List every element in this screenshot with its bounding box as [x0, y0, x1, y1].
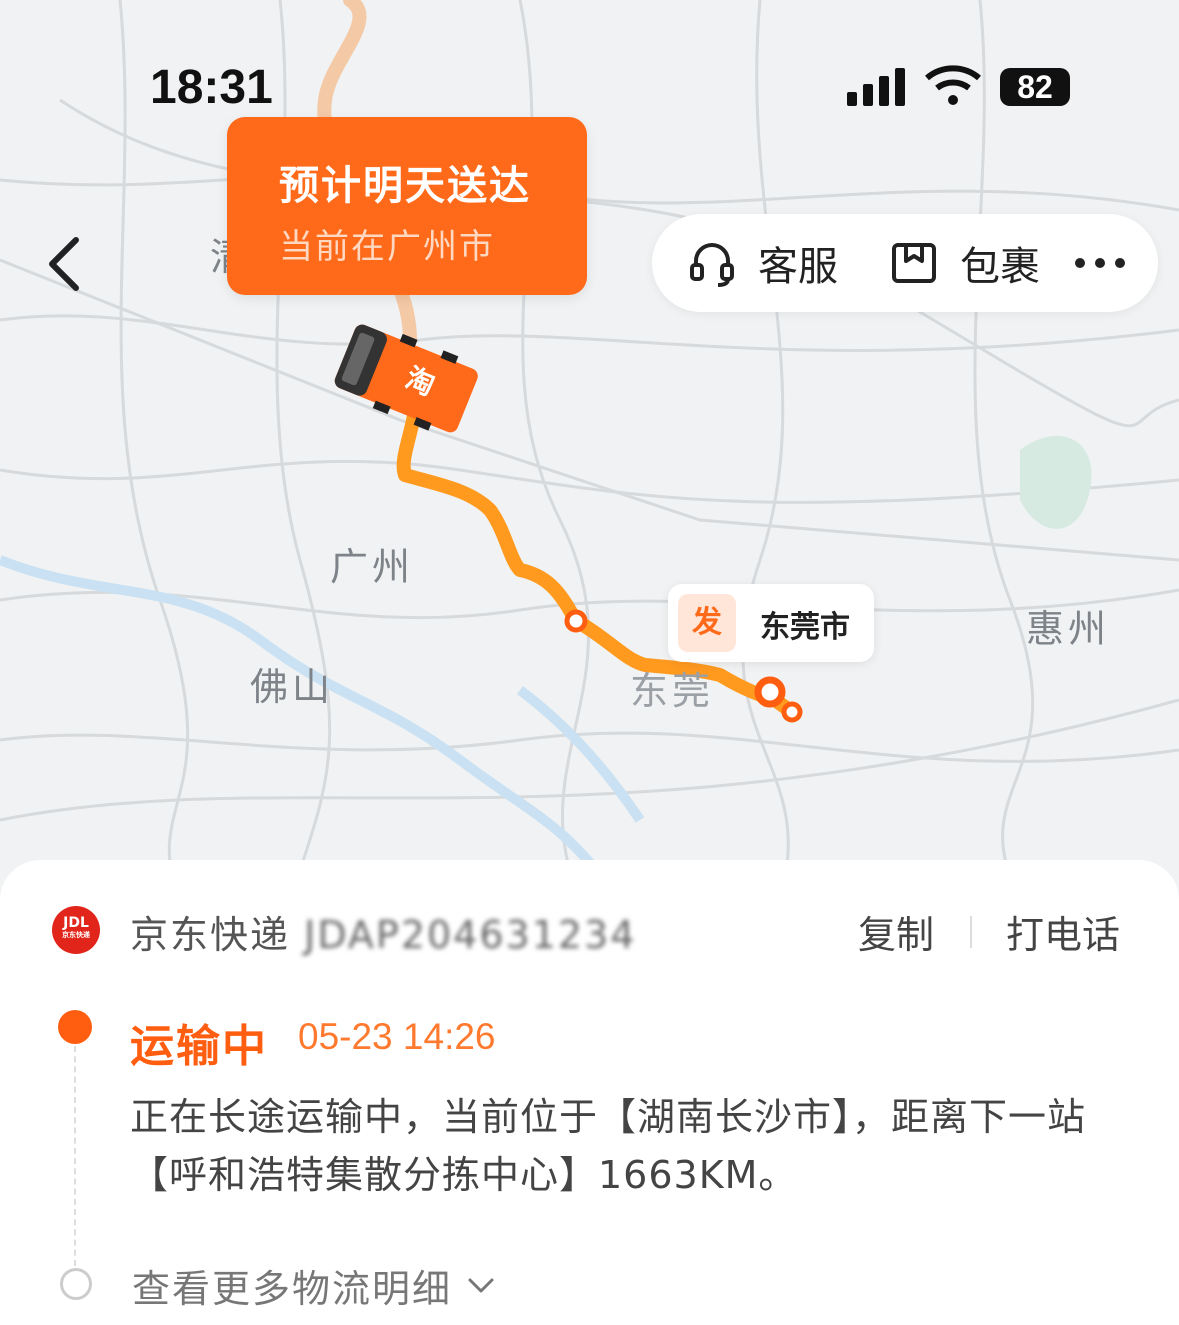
battery-indicator: 82	[1000, 68, 1070, 106]
call-button[interactable]: 打电话	[1006, 904, 1120, 959]
package-button[interactable]: 包裹	[890, 234, 1040, 292]
carrier-info: 京东快递 JDAP204631234	[130, 904, 636, 959]
carrier-logo-text: JDL	[63, 915, 89, 931]
city-label-dongguan: 东莞	[630, 669, 715, 713]
more-dots-icon	[1075, 258, 1125, 268]
map-roads	[0, 0, 1179, 900]
carrier-name: 京东快递	[130, 913, 291, 957]
tracking-time: 05-23 14:26	[298, 1016, 496, 1057]
package-icon	[892, 243, 936, 283]
origin-city: 东莞市	[760, 610, 850, 645]
origin-tag[interactable]: 发 东莞市	[668, 584, 874, 662]
city-label-huizhou: 惠州	[1026, 607, 1111, 651]
eta-title: 预计明天送达	[279, 163, 531, 209]
city-label-foshan: 佛山	[250, 665, 335, 709]
status-bar: 18:31 82	[0, 50, 1179, 130]
tracking-description: 正在长途运输中，当前位于【湖南长沙市】，距离下一站【呼和浩特集散分拣中心】166…	[130, 1095, 1087, 1197]
action-divider	[970, 916, 972, 948]
headset-icon	[690, 243, 734, 287]
tracking-panel: JDL 京东快递 京东快递 JDAP204631234 复制 打电话 运输中 0…	[0, 860, 1179, 1325]
more-tracking-link[interactable]: 查看更多物流明细	[132, 1258, 496, 1313]
waybill-number: JDAP204631234	[304, 913, 637, 957]
city-label-guangzhou: 广州	[330, 545, 415, 589]
customer-service-button[interactable]: 客服	[688, 234, 838, 292]
more-options-button[interactable]	[1072, 234, 1150, 292]
customer-service-label: 客服	[758, 244, 838, 290]
timeline-dot-empty	[60, 1268, 92, 1300]
eta-card: 预计明天送达 当前在广州市	[227, 117, 587, 295]
timeline-line	[74, 1046, 76, 1266]
package-label: 包裹	[960, 244, 1040, 290]
carrier-logo-sub: 京东快递	[62, 931, 90, 939]
origin-badge: 发	[678, 594, 736, 652]
tracking-status: 运输中	[130, 1021, 268, 1072]
route-map[interactable]: 广州 佛山 东莞 惠州 清 淘	[0, 0, 1179, 900]
eta-subtitle: 当前在广州市	[279, 227, 495, 267]
more-tracking-label: 查看更多物流明细	[132, 1267, 453, 1311]
status-time: 18:31	[150, 61, 273, 114]
carrier-logo: JDL 京东快递	[52, 906, 100, 954]
signal-wifi-icon	[847, 65, 981, 106]
timeline-dot-active	[58, 1010, 92, 1044]
copy-button[interactable]: 复制	[858, 904, 934, 959]
back-button[interactable]	[40, 232, 90, 296]
chevron-down-icon	[468, 1278, 494, 1292]
top-toolbar: 客服 包裹	[652, 214, 1158, 312]
chevron-left-icon	[49, 237, 79, 291]
